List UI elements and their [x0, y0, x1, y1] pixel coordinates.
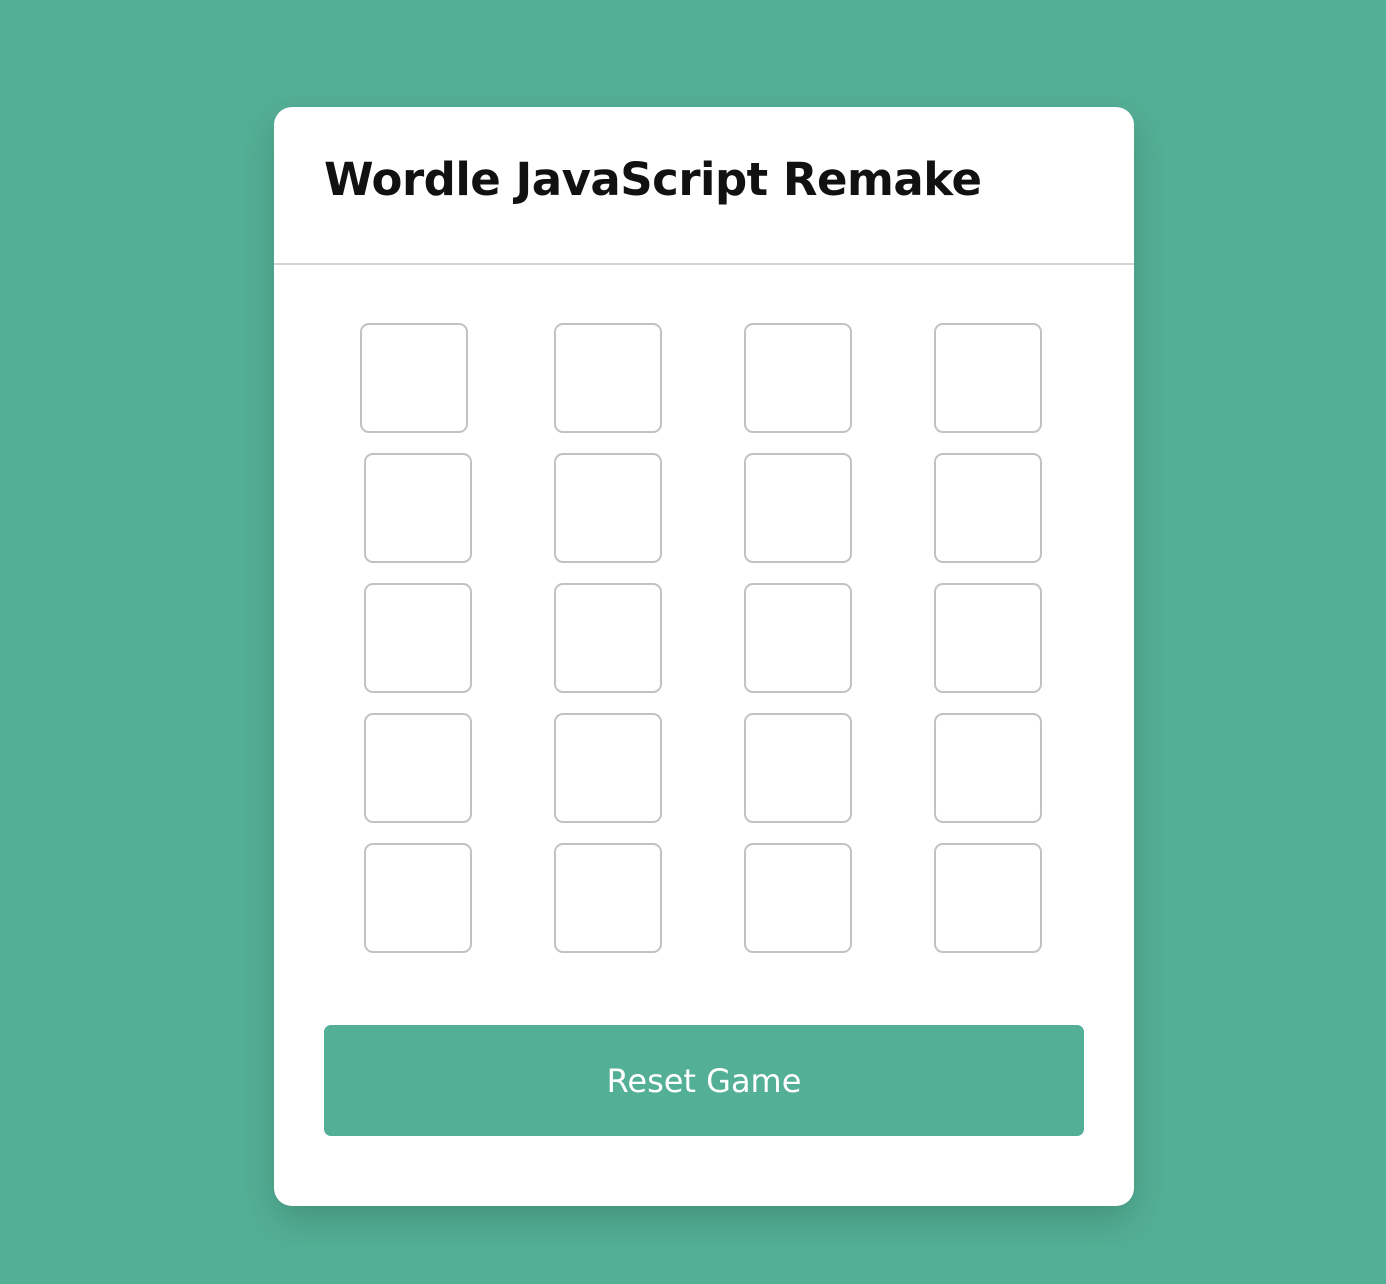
letter-tile[interactable] [554, 453, 662, 563]
letter-tile[interactable] [934, 323, 1042, 433]
letter-tile[interactable] [364, 843, 472, 953]
letter-tile[interactable] [364, 713, 472, 823]
letter-tile[interactable] [744, 713, 852, 823]
letter-tile[interactable] [364, 583, 472, 693]
reset-game-button[interactable]: Reset Game [324, 1025, 1084, 1136]
letter-tile[interactable] [744, 323, 852, 433]
letter-tile[interactable] [934, 713, 1042, 823]
letter-tile[interactable] [744, 843, 852, 953]
card-header: Wordle JavaScript Remake [274, 107, 1134, 265]
letter-tile[interactable] [934, 453, 1042, 563]
letter-tile[interactable] [934, 843, 1042, 953]
letter-tile[interactable] [554, 843, 662, 953]
game-card: Wordle JavaScript Remake Reset Game [274, 107, 1134, 1206]
letter-tile[interactable] [554, 713, 662, 823]
letter-tile[interactable] [744, 453, 852, 563]
letter-tile[interactable] [554, 323, 662, 433]
letter-tile[interactable] [554, 583, 662, 693]
letter-tile[interactable] [744, 583, 852, 693]
letter-tile[interactable] [364, 453, 472, 563]
letter-tile[interactable] [934, 583, 1042, 693]
page-title: Wordle JavaScript Remake [324, 153, 982, 206]
letter-tile[interactable] [360, 323, 468, 433]
